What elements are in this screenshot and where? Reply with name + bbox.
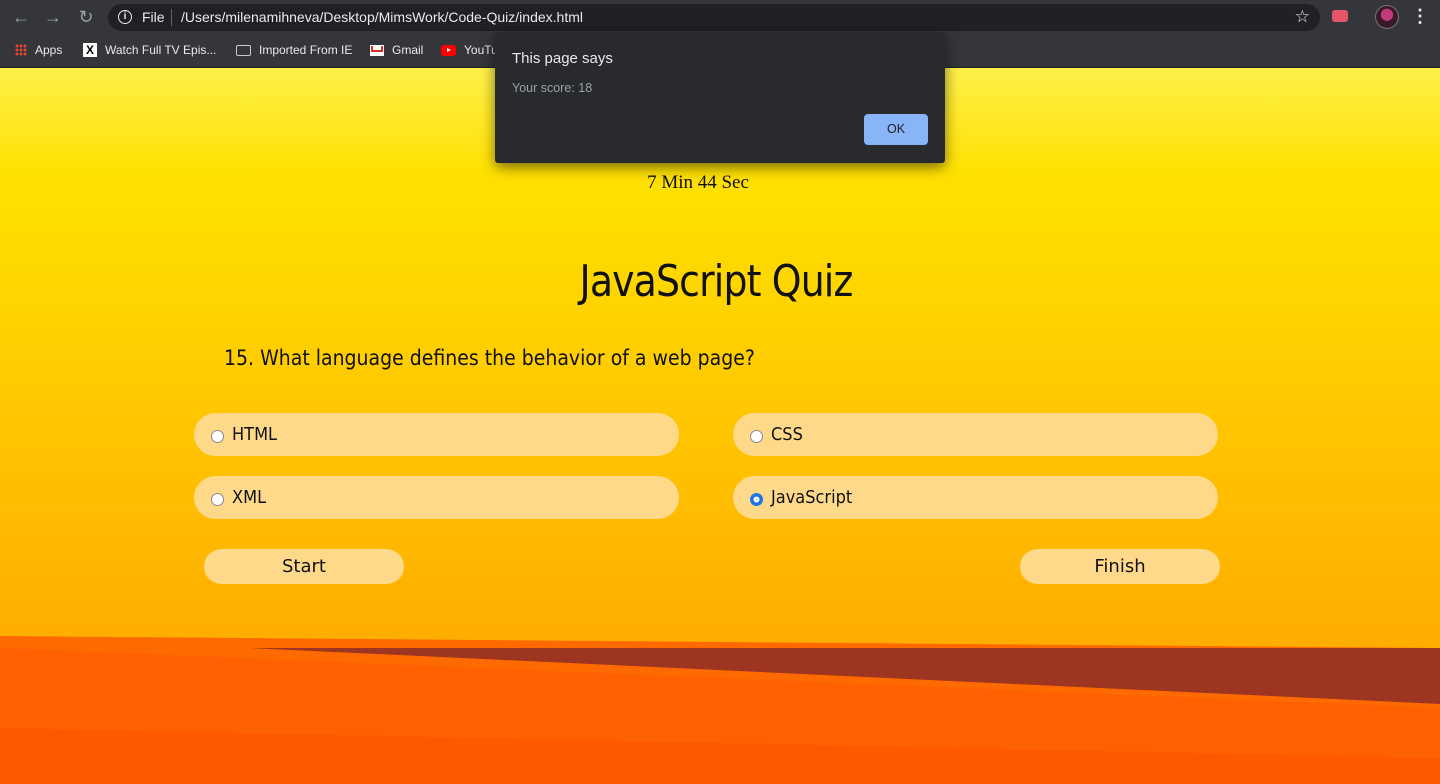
x-site-icon: X bbox=[83, 43, 97, 57]
folder-icon bbox=[236, 44, 251, 56]
url-scheme-label: File bbox=[142, 9, 165, 25]
youtube-icon bbox=[441, 44, 456, 56]
answer-label: XML bbox=[232, 487, 267, 508]
dialog-message: Your score: 18 bbox=[512, 81, 593, 95]
info-icon[interactable]: i bbox=[118, 10, 132, 24]
browser-toolbar: ← → ↻ i File /Users/milenamihneva/Deskto… bbox=[0, 0, 1440, 34]
quiz-page: 7 Min 44 Sec JavaScript Quiz 15. What la… bbox=[0, 68, 1440, 784]
gmail-icon bbox=[370, 44, 384, 56]
bookmark-label: Watch Full TV Epis... bbox=[105, 43, 217, 57]
bookmark-gmail[interactable]: Gmail bbox=[370, 41, 423, 59]
quiz-timer: 7 Min 44 Sec bbox=[647, 172, 749, 193]
answer-option-html[interactable]: HTML bbox=[194, 413, 679, 456]
answer-label: HTML bbox=[232, 424, 278, 445]
forward-arrow-icon[interactable]: → bbox=[43, 7, 63, 27]
bookmark-watch-tv[interactable]: X Watch Full TV Epis... bbox=[83, 41, 216, 59]
bookmark-label: Imported From IE bbox=[259, 43, 353, 57]
omnibox-separator bbox=[171, 9, 172, 26]
start-button[interactable]: Start bbox=[204, 549, 404, 584]
url-text[interactable]: /Users/milenamihneva/Desktop/MimsWork/Co… bbox=[181, 9, 583, 25]
bookmark-label: Apps bbox=[35, 43, 63, 57]
profile-avatar[interactable] bbox=[1375, 5, 1399, 29]
radio-button[interactable] bbox=[750, 430, 763, 443]
address-bar[interactable]: i File /Users/milenamihneva/Desktop/Mims… bbox=[108, 4, 1320, 31]
bookmark-imported-from-ie[interactable]: Imported From IE bbox=[236, 41, 352, 59]
star-icon[interactable]: ☆ bbox=[1295, 7, 1310, 27]
dialog-title: This page says bbox=[512, 50, 613, 67]
bookmark-label: Gmail bbox=[392, 43, 424, 57]
bookmark-label: YouTu bbox=[464, 43, 498, 57]
radio-button[interactable] bbox=[211, 430, 224, 443]
answer-label: JavaScript bbox=[771, 487, 853, 508]
bookmark-apps[interactable]: Apps bbox=[15, 41, 62, 59]
extension-icon[interactable] bbox=[1332, 10, 1348, 22]
answer-option-xml[interactable]: XML bbox=[194, 476, 679, 519]
radio-button[interactable] bbox=[211, 493, 224, 506]
menu-kebab-icon[interactable]: ⋮ bbox=[1411, 6, 1429, 26]
alert-dialog: This page says Your score: 18 OK bbox=[495, 32, 945, 163]
question-text: 15. What language defines the behavior o… bbox=[224, 346, 755, 370]
bookmark-youtube[interactable]: YouTu bbox=[441, 41, 498, 59]
answer-option-javascript[interactable]: JavaScript bbox=[733, 476, 1218, 519]
page-title: JavaScript Quiz bbox=[579, 256, 854, 307]
ok-button[interactable]: OK bbox=[864, 114, 928, 145]
back-arrow-icon[interactable]: ← bbox=[11, 7, 31, 27]
radio-button-selected[interactable] bbox=[750, 493, 763, 506]
reload-icon[interactable]: ↻ bbox=[76, 7, 96, 27]
answer-option-css[interactable]: CSS bbox=[733, 413, 1218, 456]
answer-label: CSS bbox=[771, 424, 803, 445]
apps-grid-icon bbox=[15, 44, 27, 56]
finish-button[interactable]: Finish bbox=[1020, 549, 1220, 584]
